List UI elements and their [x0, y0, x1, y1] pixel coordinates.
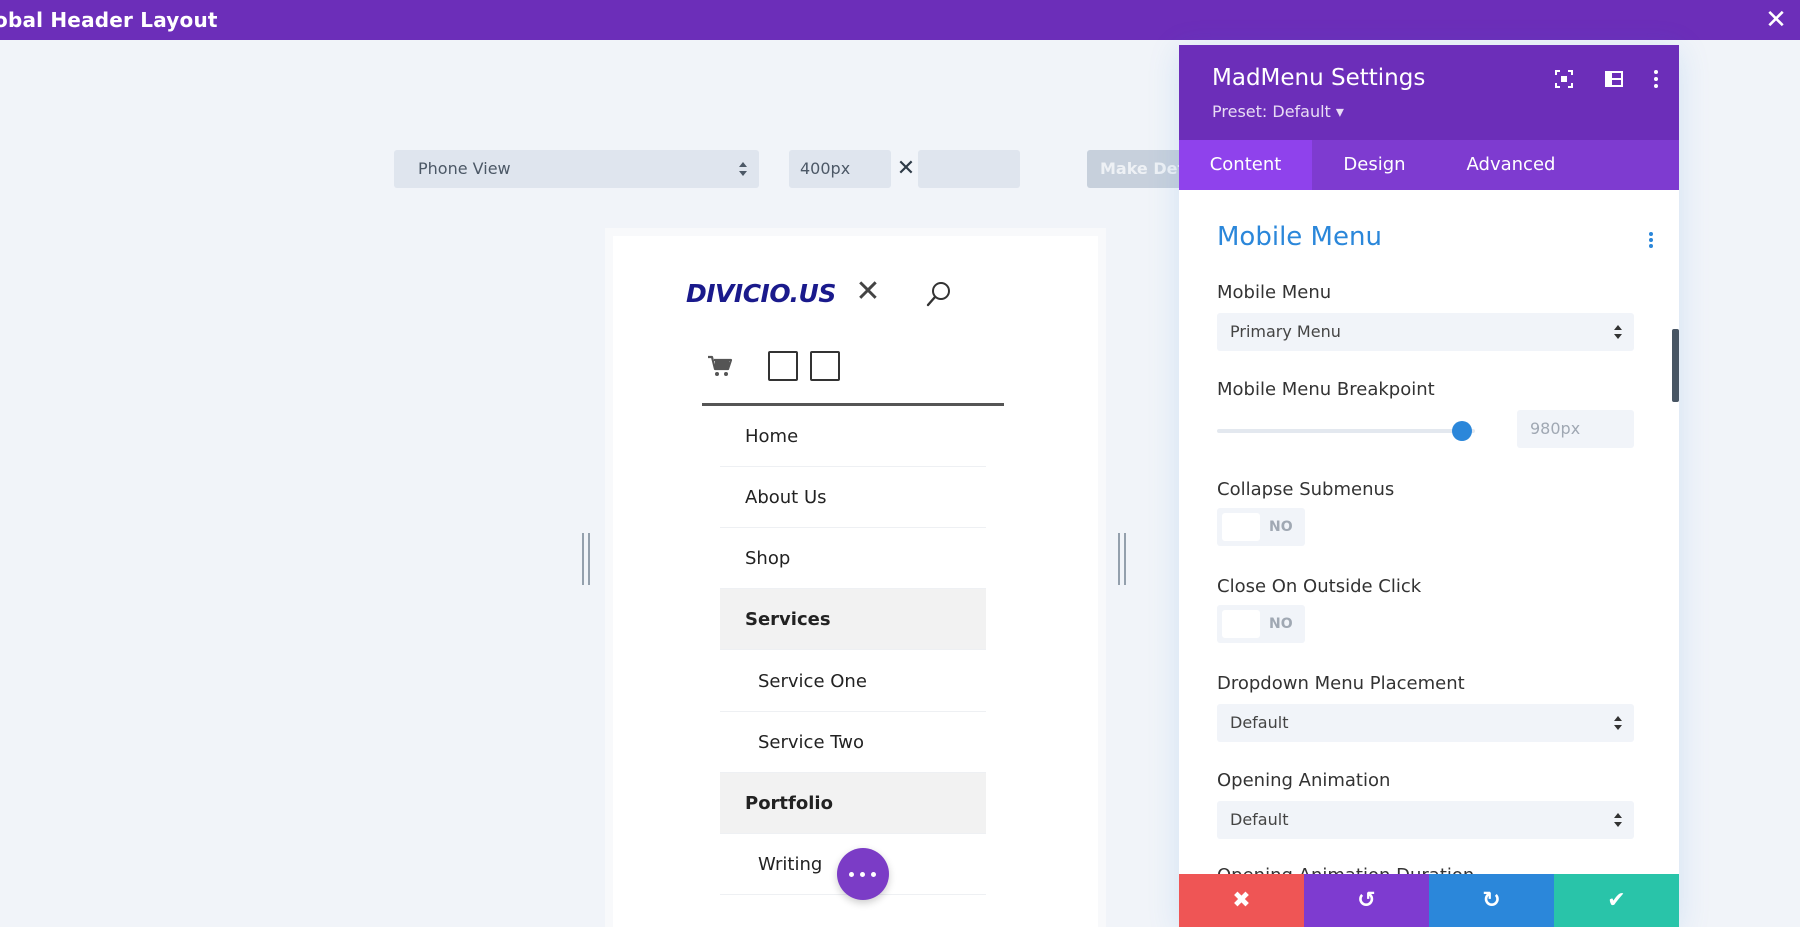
select-arrows-icon [1614, 325, 1622, 339]
select-arrows-icon [1614, 716, 1622, 730]
fullscreen-icon[interactable] [1553, 68, 1575, 90]
placeholder-icon-2[interactable] [810, 351, 840, 381]
panel-tabs: Content Design Advanced [1179, 140, 1679, 190]
breakpoint-slider-handle[interactable] [1452, 421, 1473, 441]
preview-width-input[interactable]: 400px [789, 150, 891, 188]
undo-button[interactable]: ↺ [1304, 874, 1429, 927]
tab-content[interactable]: Content [1179, 140, 1312, 190]
close-icon[interactable]: ✕ [1762, 6, 1790, 34]
preset-dropdown[interactable]: Preset: Default ▾ [1212, 102, 1344, 121]
menu-item-shop[interactable]: Shop [720, 528, 986, 589]
layout-title: obal Header Layout [0, 8, 218, 32]
make-default-button[interactable]: Make Defa [1087, 150, 1187, 188]
section-title-mobile-menu[interactable]: Mobile Menu [1217, 222, 1382, 252]
dimension-times-icon: ✕ [896, 156, 916, 181]
panel-scrollbar[interactable] [1672, 329, 1679, 402]
preview-height-input[interactable] [918, 150, 1020, 188]
mobile-menu-select[interactable]: Primary Menu [1217, 313, 1634, 351]
site-logo[interactable]: DIVICIO.US [686, 279, 836, 308]
dropdown-placement-select[interactable]: Default [1217, 704, 1634, 742]
builder-menu-button[interactable] [837, 848, 889, 900]
collapse-submenus-label: Collapse Submenus [1217, 479, 1395, 500]
menu-item-home[interactable]: Home [720, 406, 986, 467]
dropdown-placement-label: Dropdown Menu Placement [1217, 673, 1465, 694]
discard-button[interactable]: ✖ [1179, 874, 1304, 927]
breakpoint-label: Mobile Menu Breakpoint [1217, 379, 1435, 400]
section-options-icon[interactable] [1648, 231, 1654, 249]
tab-design[interactable]: Design [1312, 140, 1437, 190]
split-view-icon[interactable] [1603, 68, 1625, 90]
cart-icon[interactable] [707, 354, 733, 378]
toggle-state-text: NO [1269, 519, 1293, 535]
resize-handle-left[interactable] [582, 533, 592, 585]
search-icon[interactable] [925, 280, 953, 308]
opening-animation-value: Default [1230, 810, 1289, 829]
view-mode-value: Phone View [418, 159, 511, 178]
view-mode-select[interactable]: Phone View [394, 150, 759, 188]
mobile-menu-select-value: Primary Menu [1230, 322, 1341, 341]
menu-item-portfolio[interactable]: Portfolio [720, 773, 986, 834]
menu-item-service-two[interactable]: Service Two [720, 712, 986, 773]
builder-topbar: obal Header Layout ✕ [0, 0, 1800, 40]
close-outside-click-toggle[interactable]: NO [1217, 605, 1305, 643]
collapse-submenus-toggle[interactable]: NO [1217, 508, 1305, 546]
breakpoint-value-input[interactable]: 980px [1517, 410, 1634, 448]
panel-footer: ✖ ↺ ↻ ✔ [1179, 874, 1679, 927]
menu-close-icon[interactable]: ✕ [853, 276, 883, 308]
panel-title: MadMenu Settings [1212, 65, 1426, 91]
toggle-knob [1222, 610, 1260, 638]
opening-animation-select[interactable]: Default [1217, 801, 1634, 839]
more-options-icon[interactable] [1645, 68, 1667, 90]
mobile-menu-label: Mobile Menu [1217, 282, 1332, 303]
panel-header: MadMenu Settings Preset: Default ▾ [1179, 45, 1679, 140]
toggle-knob [1222, 513, 1260, 541]
placeholder-icon-1[interactable] [768, 351, 798, 381]
tab-advanced[interactable]: Advanced [1437, 140, 1585, 190]
resize-handle-right[interactable] [1118, 533, 1128, 585]
select-arrows-icon [1614, 813, 1622, 827]
dropdown-placement-value: Default [1230, 713, 1289, 732]
settings-panel: MadMenu Settings Preset: Default ▾ Conte… [1179, 45, 1679, 927]
select-arrows-icon [739, 162, 747, 176]
toggle-state-text: NO [1269, 616, 1293, 632]
redo-button[interactable]: ↻ [1429, 874, 1554, 927]
close-outside-click-label: Close On Outside Click [1217, 576, 1422, 597]
mobile-menu-dropdown: Home About Us Shop Services Service One … [702, 403, 1004, 927]
breakpoint-slider-track[interactable] [1217, 429, 1475, 433]
menu-item-about-us[interactable]: About Us [720, 467, 986, 528]
opening-animation-label: Opening Animation [1217, 770, 1391, 791]
menu-item-service-one[interactable]: Service One [720, 651, 986, 712]
menu-item-services[interactable]: Services [720, 589, 986, 650]
save-button[interactable]: ✔ [1554, 874, 1679, 927]
